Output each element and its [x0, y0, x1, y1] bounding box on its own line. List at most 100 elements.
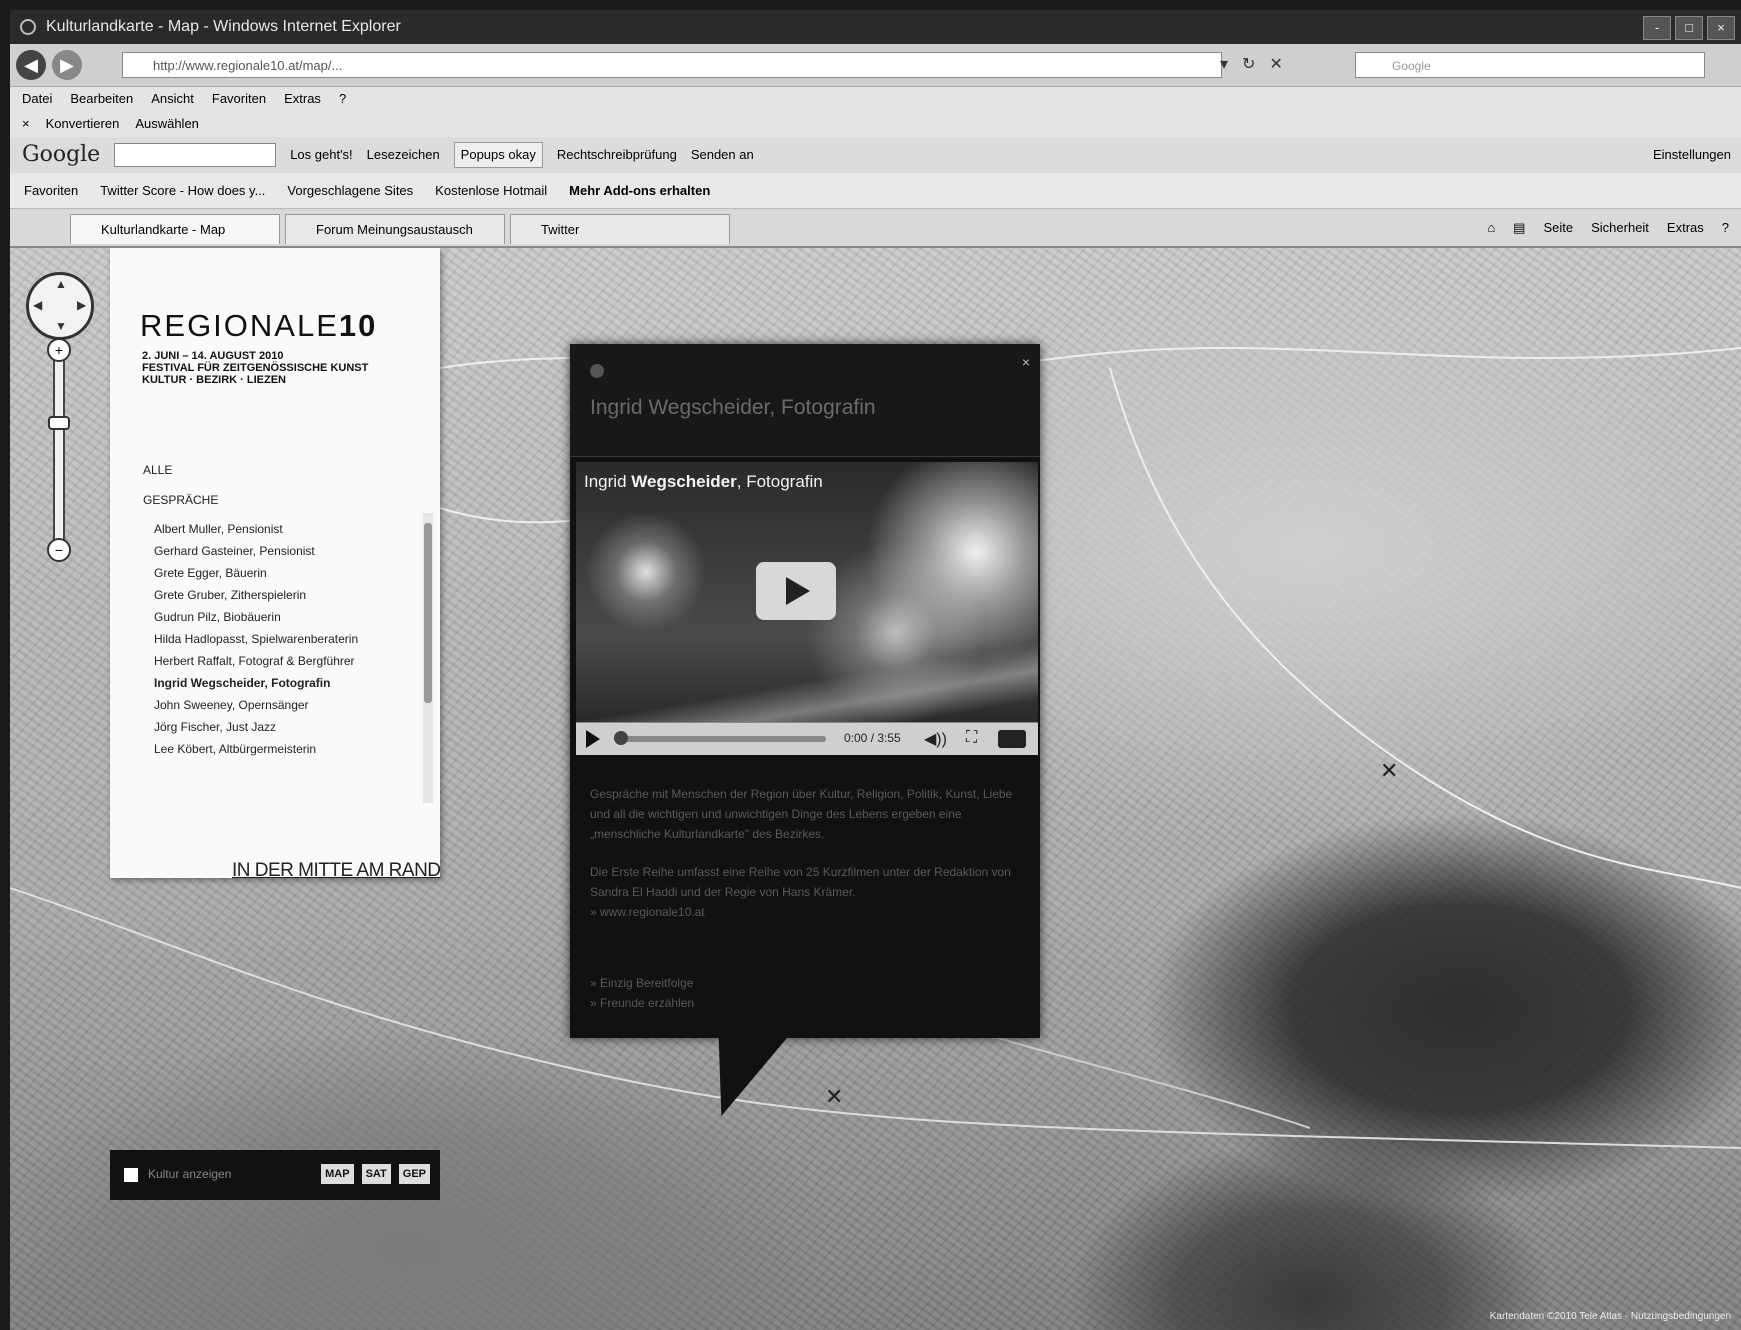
list-item[interactable]: Grete Egger, Bäuerin — [154, 562, 414, 584]
command-bar: ⌂ ▤ Seite Sicherheit Extras ? — [1487, 210, 1729, 246]
map-marker-icon[interactable]: ✕ — [1380, 758, 1398, 784]
forward-button[interactable]: ▶ — [52, 50, 82, 80]
list-item[interactable]: Herbert Raffalt, Fotograf & Bergführer — [154, 650, 414, 672]
zoom-slider-track[interactable] — [53, 348, 65, 548]
refresh-icon[interactable]: ↻ — [1242, 54, 1255, 74]
google-search-input[interactable] — [114, 143, 277, 167]
menu-item-help[interactable]: ? — [339, 87, 346, 111]
popup-description: Gespräche mit Menschen der Region über K… — [590, 784, 1020, 922]
google-settings-button[interactable]: Einstellungen — [1653, 137, 1741, 173]
stop-icon[interactable]: ✕ — [1269, 54, 1282, 74]
zoom-in-button[interactable]: + — [47, 338, 71, 362]
map-type-sat-button[interactable]: SAT — [361, 1164, 391, 1184]
tab-twitter[interactable]: Twitter — [510, 214, 730, 244]
brand-number: 10 — [338, 308, 378, 343]
popup-blocker-button[interactable]: Popups okay — [453, 142, 543, 168]
play-icon[interactable] — [586, 730, 600, 748]
pan-up-icon[interactable]: ▲ — [55, 277, 67, 291]
website-link[interactable]: » www.regionale10.at — [590, 902, 1020, 922]
bookmarks-button[interactable]: Lesezeichen — [367, 137, 440, 173]
fav-link-twitter-score[interactable]: Twitter Score - How does y... — [100, 173, 265, 208]
tab-forum[interactable]: Forum Meinungsaustausch — [285, 214, 505, 244]
menu-item-ansicht[interactable]: Ansicht — [151, 87, 194, 111]
safety-menu[interactable]: Sicherheit — [1591, 210, 1649, 246]
scrollbar-thumb[interactable] — [424, 523, 432, 703]
pan-control[interactable]: ▲ ▼ ◀ ▶ — [26, 272, 94, 340]
info-popup: × Ingrid Wegscheider, Fotografin Ingrid … — [570, 344, 1040, 1116]
festival-district: KULTUR · BEZIRK · LIEZEN — [142, 374, 287, 386]
fav-link-addons[interactable]: Mehr Add-ons erhalten — [569, 173, 710, 208]
menu-bar: Datei Bearbeiten Ansicht Favoriten Extra… — [10, 87, 1741, 111]
seek-handle[interactable] — [614, 731, 628, 745]
menu-item-datei[interactable]: Datei — [22, 87, 52, 111]
google-go-button[interactable]: Los geht's! — [290, 137, 352, 173]
description-paragraph-1: Gespräche mit Menschen der Region über K… — [590, 787, 1013, 841]
back-button[interactable]: ◀ — [16, 50, 46, 80]
list-item[interactable]: Jörg Fischer, Just Jazz — [154, 716, 414, 738]
print-icon[interactable]: ▤ — [1513, 210, 1525, 246]
tools-menu[interactable]: Extras — [1667, 210, 1704, 246]
fav-link-suggested-sites[interactable]: Vorgeschlagene Sites — [287, 173, 413, 208]
show-culture-checkbox[interactable] — [124, 1168, 138, 1182]
address-actions: ▾ ↻ ✕ — [1220, 54, 1283, 74]
close-icon[interactable]: × — [1022, 354, 1030, 370]
list-item[interactable]: Gerhard Gasteiner, Pensionist — [154, 540, 414, 562]
favorites-button[interactable]: Favoriten — [24, 173, 78, 208]
page-menu[interactable]: Seite — [1543, 210, 1573, 246]
fullscreen-icon[interactable]: ⛶ — [966, 729, 977, 747]
toolbar-close-button[interactable]: × — [22, 111, 30, 137]
seek-bar[interactable] — [616, 736, 826, 742]
help-icon[interactable]: ? — [1722, 210, 1729, 246]
play-video-button[interactable] — [756, 562, 836, 620]
video-player[interactable]: Ingrid Wegscheider, Fotografin — [576, 462, 1038, 752]
list-item[interactable]: Grete Gruber, Zitherspielerin — [154, 584, 414, 606]
minimize-button[interactable]: - — [1643, 16, 1671, 40]
player-controls: 0:00 / 3:55 ◀)) ⛶ — [576, 722, 1038, 755]
select-button[interactable]: Auswählen — [135, 111, 199, 137]
send-to-button[interactable]: Senden an — [691, 137, 754, 173]
convert-toolbar: × Konvertieren Auswählen — [10, 111, 1741, 137]
menu-item-bearbeiten[interactable]: Bearbeiten — [70, 87, 133, 111]
popup-header: × Ingrid Wegscheider, Fotografin — [570, 344, 1040, 457]
compat-icon[interactable]: ▾ — [1220, 54, 1228, 74]
address-bar: ◀ ▶ http://www.regionale10.at/map/... ▾ … — [10, 44, 1741, 87]
list-item[interactable]: Albert Muller, Pensionist — [154, 518, 414, 540]
filter-gespraeche[interactable]: GESPRÄCHE — [143, 493, 218, 507]
list-item[interactable]: Lee Köbert, Altbürgermeisterin — [154, 738, 414, 760]
maximize-button[interactable]: □ — [1675, 16, 1703, 40]
pan-right-icon[interactable]: ▶ — [77, 298, 86, 312]
tab-kulturlandkarte[interactable]: Kulturlandkarte - Map — [70, 214, 280, 244]
url-input[interactable]: http://www.regionale10.at/map/... — [122, 52, 1222, 78]
map-type-map-button[interactable]: MAP — [321, 1164, 354, 1184]
convert-button[interactable]: Konvertieren — [46, 111, 120, 137]
map-type-terrain-button[interactable]: GEP — [398, 1164, 430, 1184]
search-input[interactable]: Google — [1355, 52, 1705, 78]
list-item[interactable]: Hilda Hadlopasst, Spielwarenberaterin — [154, 628, 414, 650]
map-canvas[interactable]: ▲ ▼ ◀ ▶ + − REGIONALE10 2. JUNI – 14. AU… — [10, 248, 1741, 1330]
close-window-button[interactable]: × — [1707, 16, 1735, 40]
fav-link-hotmail[interactable]: Kostenlose Hotmail — [435, 173, 547, 208]
popup-link-1[interactable]: » Einzig Bereitfolge — [590, 976, 693, 990]
list-item[interactable]: John Sweeney, Opernsänger — [154, 694, 414, 716]
tagline: IN DER MITTE AM RAND — [232, 860, 441, 881]
list-item-selected[interactable]: Ingrid Wegscheider, Fotografin — [154, 672, 414, 694]
popup-link-2[interactable]: » Freunde erzählen — [590, 996, 694, 1010]
pan-down-icon[interactable]: ▼ — [55, 319, 67, 333]
caption-first: Ingrid — [584, 472, 632, 491]
browser-window: Kulturlandkarte - Map - Windows Internet… — [10, 10, 1741, 1330]
menu-item-extras[interactable]: Extras — [284, 87, 321, 111]
list-item[interactable]: Gudrun Pilz, Biobäuerin — [154, 606, 414, 628]
volume-icon[interactable]: ◀)) — [924, 729, 947, 749]
ie-logo-icon — [20, 19, 36, 35]
pan-left-icon[interactable]: ◀ — [33, 298, 42, 312]
youtube-logo-icon[interactable] — [998, 730, 1026, 748]
menu-item-favoriten[interactable]: Favoriten — [212, 87, 266, 111]
filter-alle[interactable]: ALLE — [143, 463, 172, 477]
home-icon[interactable]: ⌂ — [1487, 210, 1495, 246]
spellcheck-button[interactable]: Rechtschreibprüfung — [557, 137, 677, 173]
zoom-out-button[interactable]: − — [47, 538, 71, 562]
map-marker-icon[interactable]: ✕ — [825, 1084, 843, 1110]
list-scrollbar[interactable] — [423, 513, 433, 803]
zoom-slider-thumb[interactable] — [48, 416, 70, 430]
caption-bold: Wegscheider — [631, 472, 737, 491]
